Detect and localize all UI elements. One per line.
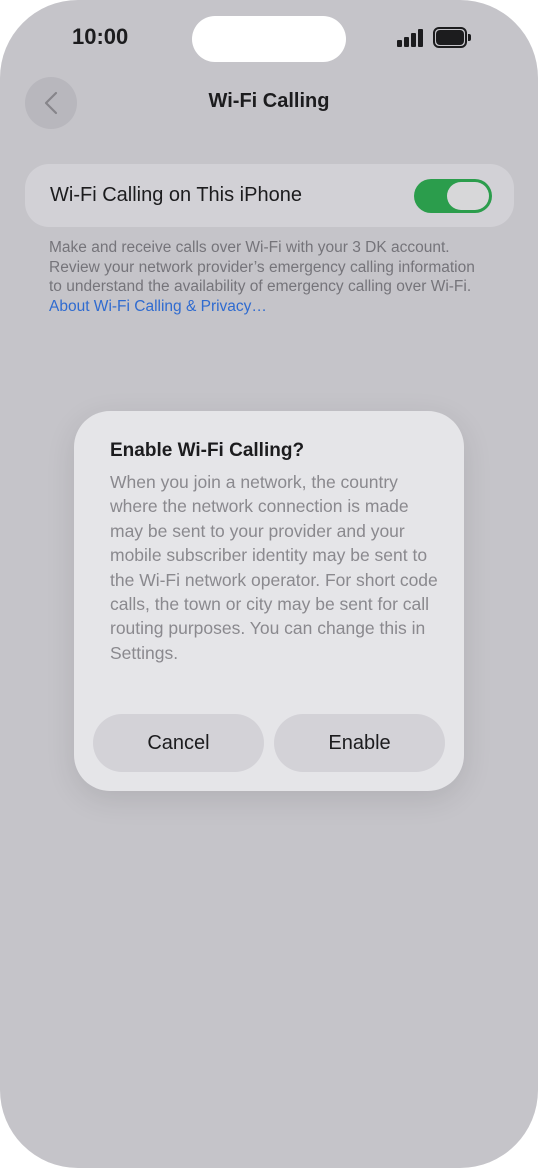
enable-wifi-calling-alert: Enable Wi-Fi Calling? When you join a ne… [74, 411, 464, 791]
wifi-calling-toggle[interactable] [414, 179, 492, 213]
enable-button[interactable]: Enable [274, 714, 445, 772]
about-privacy-link[interactable]: About Wi-Fi Calling & Privacy… [49, 298, 267, 315]
alert-title: Enable Wi-Fi Calling? [110, 440, 305, 461]
toggle-knob [447, 182, 489, 210]
wifi-calling-description: Make and receive calls over Wi-Fi with y… [49, 238, 489, 316]
wifi-calling-row: Wi-Fi Calling on This iPhone [25, 164, 514, 227]
description-text: Make and receive calls over Wi-Fi with y… [49, 239, 475, 295]
phone-screen: 10:00 Wi-Fi Calling Wi-Fi Calling on Thi… [0, 0, 538, 1168]
page-title: Wi-Fi Calling [208, 90, 330, 112]
signal-icon [397, 29, 425, 47]
status-time: 10:00 [72, 24, 129, 49]
cancel-button[interactable]: Cancel [93, 714, 264, 772]
dynamic-island [192, 16, 346, 62]
alert-message: When you join a network, the country whe… [110, 472, 438, 663]
battery-icon [433, 27, 471, 48]
wifi-calling-label: Wi-Fi Calling on This iPhone [50, 184, 302, 206]
